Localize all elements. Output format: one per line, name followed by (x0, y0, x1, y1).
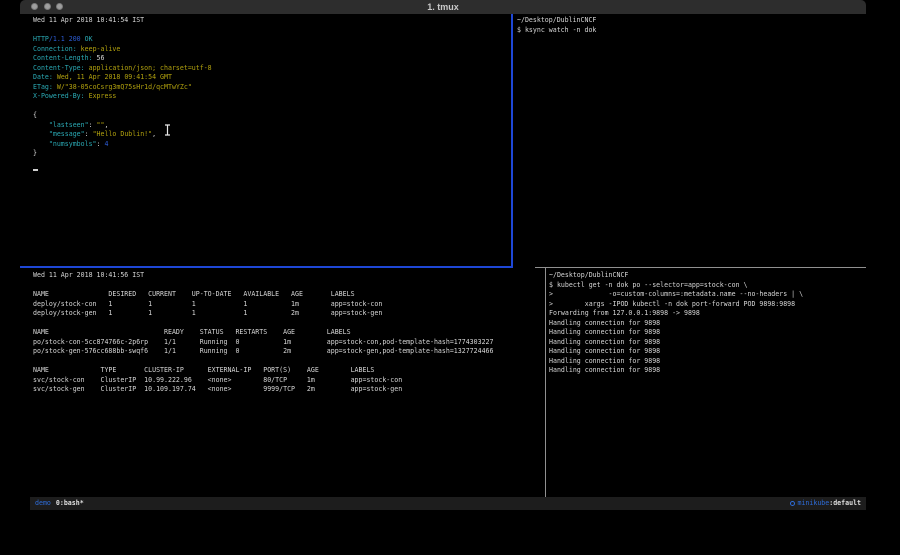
terminal-line: svc/stock-con ClusterIP 10.99.222.96 <no… (33, 376, 538, 386)
terminal-line: Content-Type: application/json; charset=… (33, 64, 503, 74)
terminal-line: $ kubectl get -n dok po --selector=app=s… (549, 281, 864, 291)
terminal-line: Handling connection for 9898 (549, 338, 864, 348)
terminal-line: "lastseen": "", (33, 121, 503, 131)
status-left: demo 0:bash* (35, 497, 84, 510)
terminal-line: } (33, 149, 503, 159)
terminal-line: NAME TYPE CLUSTER-IP EXTERNAL-IP PORT(S)… (33, 366, 538, 376)
mouse-cursor-ibeam (164, 124, 171, 136)
pane-divider-vertical-top[interactable] (511, 14, 513, 267)
terminal-line: Handling connection for 9898 (549, 347, 864, 357)
tmux-status-bar: demo 0:bash* minikube:default (30, 497, 866, 510)
session-name: demo (35, 499, 51, 507)
terminal-line: po/stock-con-5cc874766c-2p6rp 1/1 Runnin… (33, 338, 538, 348)
terminal-line: "numsymbols": 4 (33, 140, 503, 150)
terminal-line: Handling connection for 9898 (549, 366, 864, 376)
window-item-bash[interactable]: 0:bash* (56, 499, 84, 507)
terminal-line (33, 26, 503, 36)
pane-top-right-ksync[interactable]: ~/Desktop/DublinCNCF$ ksync watch -n dok (517, 16, 862, 35)
pane-divider-horizontal-right[interactable] (535, 267, 866, 268)
terminal-line: NAME READY STATUS RESTARTS AGE LABELS (33, 328, 538, 338)
terminal-line: Wed 11 Apr 2018 10:41:56 IST (33, 271, 538, 281)
kube-context-name: minikube (797, 497, 829, 510)
terminal-line: { (33, 111, 503, 121)
terminal-line: X-Powered-By: Express (33, 92, 503, 102)
terminal-line: NAME DESIRED CURRENT UP-TO-DATE AVAILABL… (33, 290, 538, 300)
pane-bottom-right-port-forward[interactable]: ~/Desktop/DublinCNCF$ kubectl get -n dok… (549, 271, 864, 376)
terminal-line: Wed 11 Apr 2018 10:41:54 IST (33, 16, 503, 26)
window-titlebar[interactable]: 1. tmux (20, 0, 866, 14)
terminal-line: ~/Desktop/DublinCNCF (517, 16, 862, 26)
terminal-line: HTTP/1.1 200 OK (33, 35, 503, 45)
window-title: 1. tmux (20, 1, 866, 13)
pane-bottom-left-kubectl-get[interactable]: Wed 11 Apr 2018 10:41:56 IST NAME DESIRED… (33, 271, 538, 395)
pane-divider-vertical-bottom[interactable] (545, 268, 546, 497)
pane-divider-horizontal-left[interactable] (20, 266, 513, 268)
terminal-line: Handling connection for 9898 (549, 357, 864, 367)
terminal-line (33, 357, 538, 367)
terminal-line (33, 281, 538, 291)
terminal-line: Date: Wed, 11 Apr 2018 09:41:54 GMT (33, 73, 503, 83)
terminal-line: deploy/stock-con 1 1 1 1 1m app=stock-co… (33, 300, 538, 310)
terminal-line: "message": "Hello Dublin!", (33, 130, 503, 140)
terminal-line: > -o=custom-columns=:metadata.name --no-… (549, 290, 864, 300)
terminal-cursor (33, 169, 38, 171)
terminal-line: Forwarding from 127.0.0.1:9898 -> 9898 (549, 309, 864, 319)
kube-context-namespace: :default (829, 497, 861, 510)
terminal-line: Handling connection for 9898 (549, 319, 864, 329)
terminal-line: $ ksync watch -n dok (517, 26, 862, 36)
kube-context: minikube:default (790, 497, 861, 510)
terminal-line: svc/stock-gen ClusterIP 10.109.197.74 <n… (33, 385, 538, 395)
pane-top-left-http-response[interactable]: Wed 11 Apr 2018 10:41:54 IST HTTP/1.1 200… (33, 16, 503, 159)
terminal-line (33, 319, 538, 329)
terminal-line: Handling connection for 9898 (549, 328, 864, 338)
terminal-line: ~/Desktop/DublinCNCF (549, 271, 864, 281)
terminal-line: Content-Length: 56 (33, 54, 503, 64)
terminal-line: ETag: W/"38-05coCsrg3mQ75sHr1d/qcMTwYZc" (33, 83, 503, 93)
terminal-line: Connection: keep-alive (33, 45, 503, 55)
terminal-line (33, 102, 503, 112)
terminal-line: > xargs -IPOD kubectl -n dok port-forwar… (549, 300, 864, 310)
terminal-line: po/stock-gen-576cc688bb-swqf6 1/1 Runnin… (33, 347, 538, 357)
terminal-line: deploy/stock-gen 1 1 1 1 2m app=stock-ge… (33, 309, 538, 319)
kubernetes-helm-icon (790, 501, 795, 506)
